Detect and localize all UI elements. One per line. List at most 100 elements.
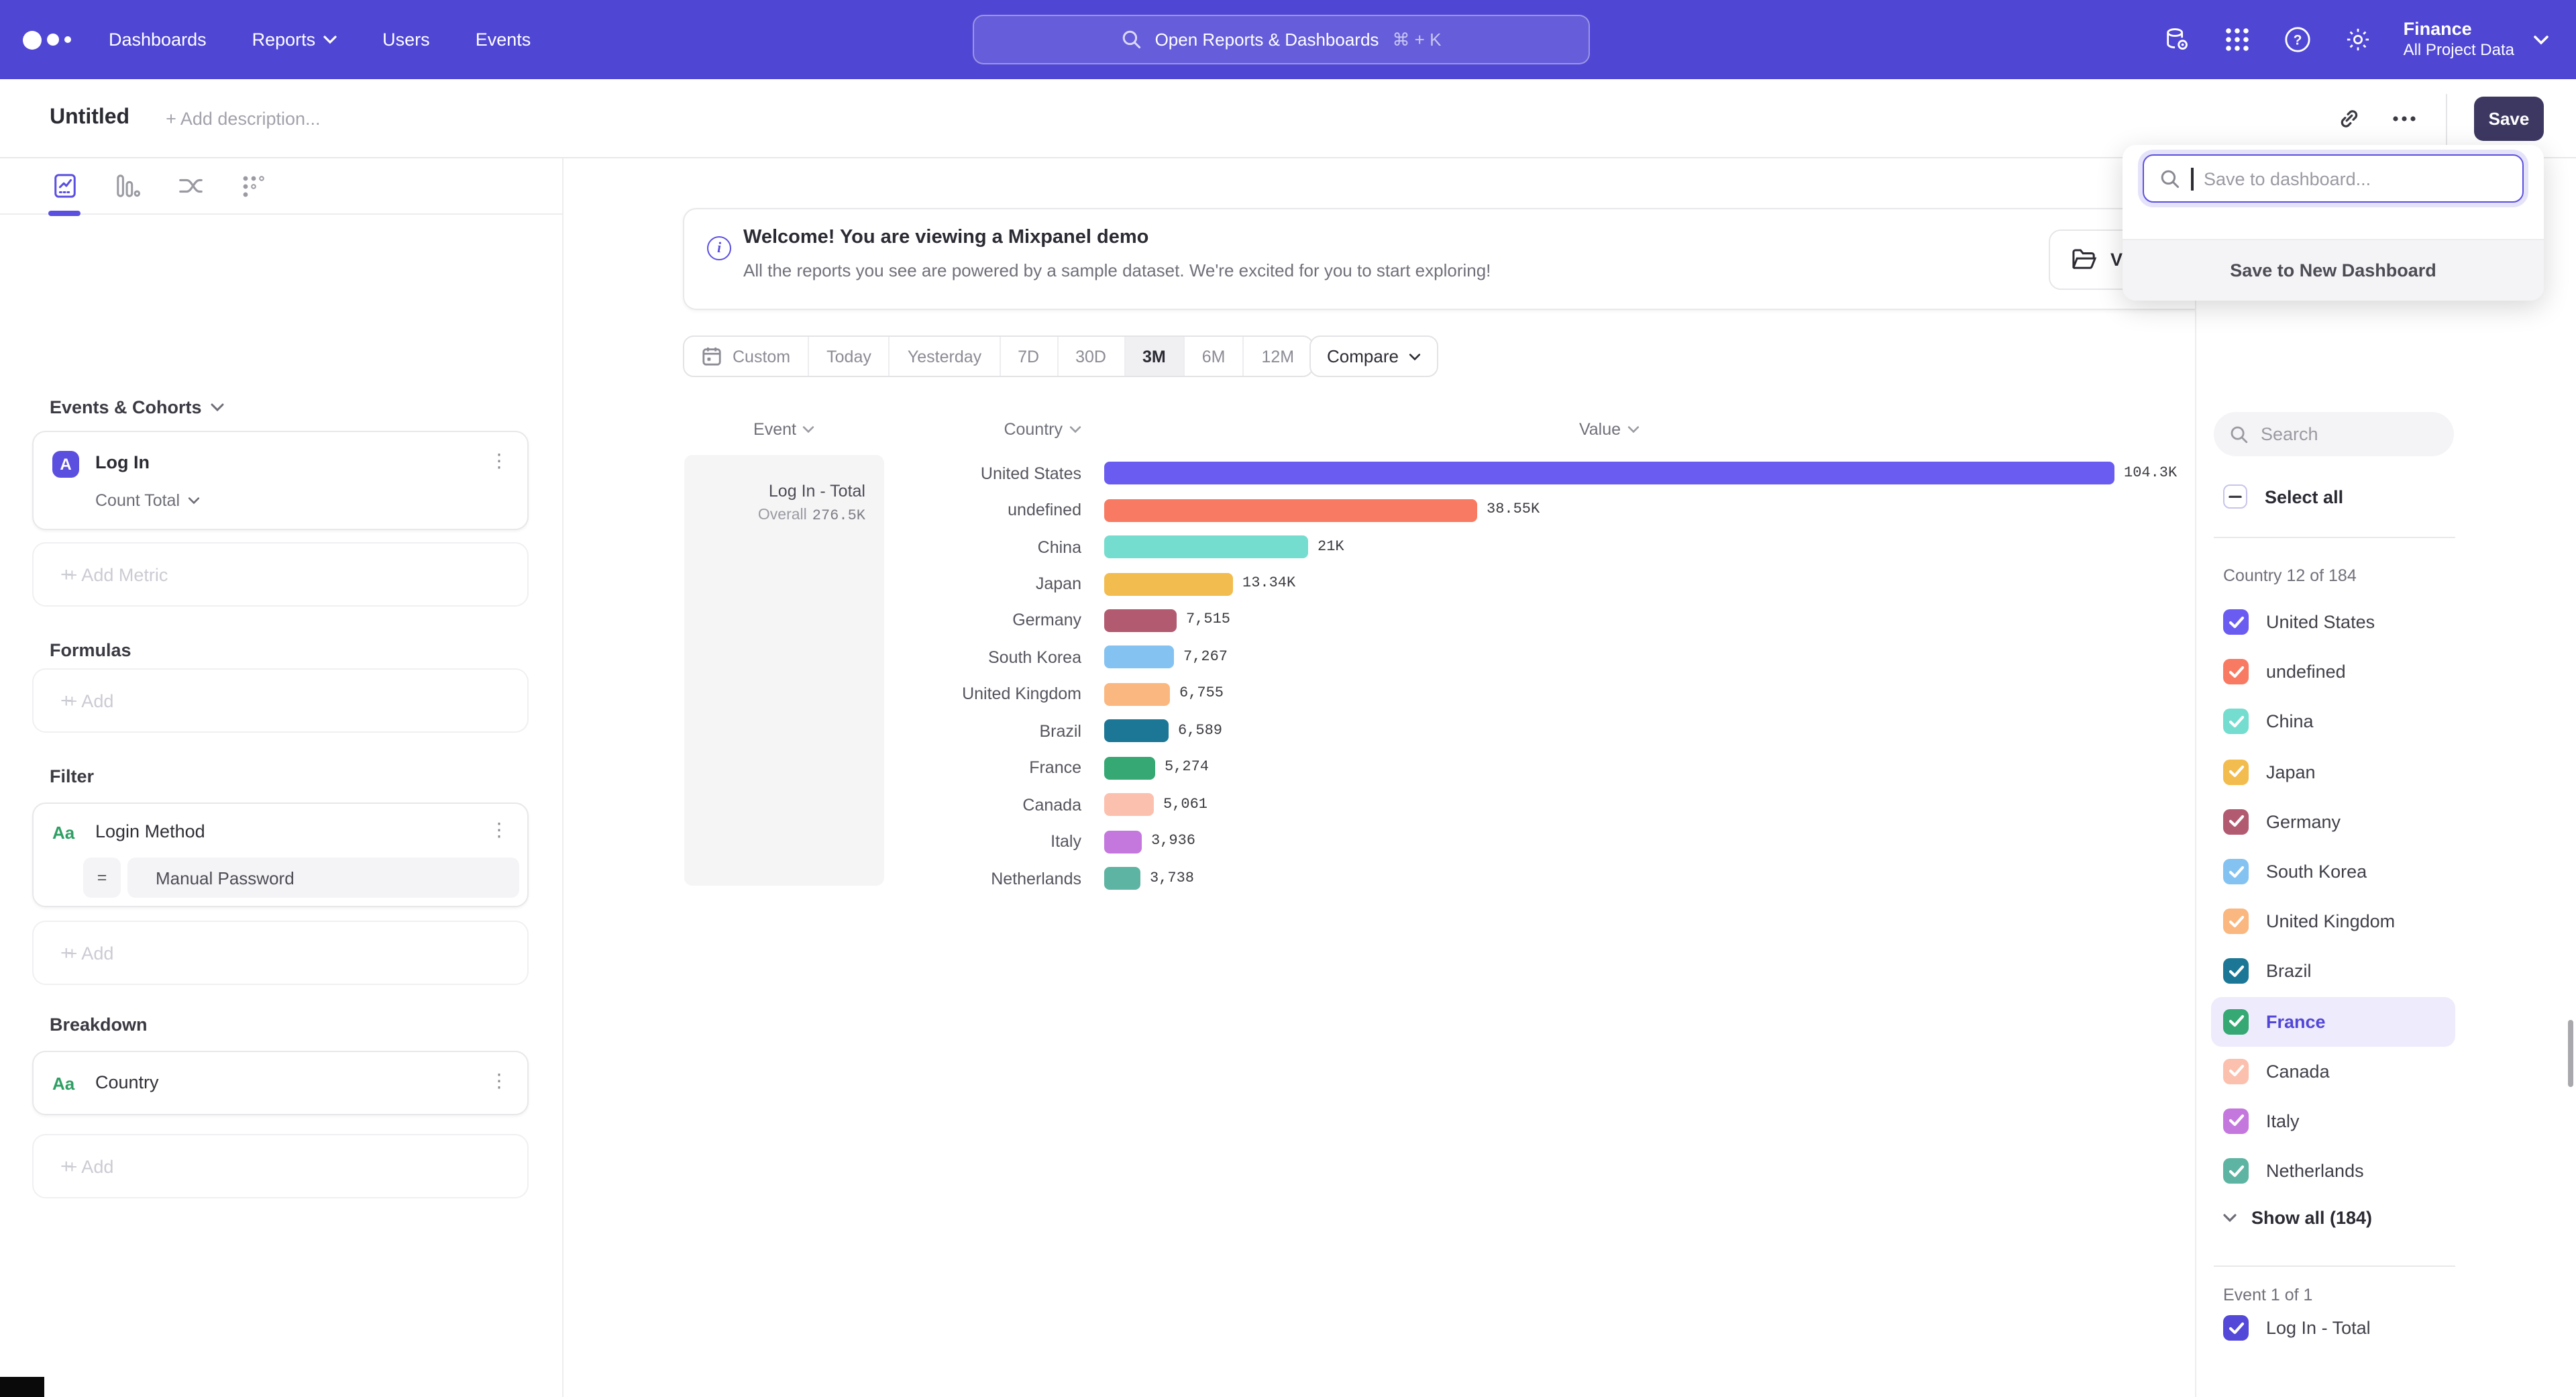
add-description-button[interactable]: + Add description... — [166, 108, 320, 128]
date-range-12m[interactable]: 12M — [1244, 337, 1312, 376]
event-summary-panel[interactable]: Log In - Total Overall276.5K — [684, 455, 884, 886]
nav-item-dashboards[interactable]: Dashboards — [109, 30, 207, 50]
copy-link-icon[interactable] — [2333, 104, 2363, 134]
country-filter-item[interactable]: undefined — [2211, 647, 2455, 696]
segment-filter-panel: Search Select all Country 12 of 184 Unit… — [2195, 158, 2576, 1397]
section-events-cohorts[interactable]: Events & Cohorts — [50, 397, 225, 417]
filter-card[interactable]: Aa Login Method ⋮ = Manual Password — [32, 803, 529, 907]
add-formula-button[interactable]: ++ Add — [32, 668, 529, 733]
country-checkbox[interactable] — [2223, 759, 2249, 784]
breakdown-card[interactable]: Aa Country ⋮ — [32, 1051, 529, 1115]
tab-retention-icon[interactable] — [239, 171, 268, 201]
filter-operator[interactable]: = — [83, 858, 121, 898]
date-range-6m[interactable]: 6M — [1185, 337, 1244, 376]
kebab-menu-icon[interactable]: ⋮ — [490, 1074, 508, 1087]
bar-category-label: South Korea — [884, 648, 1081, 667]
event-name[interactable]: Log In — [95, 452, 150, 472]
date-range-yesterday[interactable]: Yesterday — [890, 337, 1000, 376]
bar[interactable] — [1104, 499, 1477, 521]
country-filter-item[interactable]: Canada — [2211, 1046, 2455, 1096]
country-checkbox[interactable] — [2223, 1008, 2249, 1034]
country-checkbox[interactable] — [2223, 1059, 2249, 1084]
date-range-custom[interactable]: Custom — [684, 337, 809, 376]
filter-value[interactable]: Manual Password — [127, 858, 519, 898]
country-filter-item[interactable]: France — [2211, 996, 2455, 1046]
tab-insights-icon[interactable] — [50, 171, 79, 201]
country-filter-item[interactable]: Italy — [2211, 1096, 2455, 1146]
country-filter-item[interactable]: Japan — [2211, 747, 2455, 796]
bar[interactable] — [1104, 720, 1169, 743]
country-filter-item[interactable]: Brazil — [2211, 947, 2455, 996]
date-range-30d[interactable]: 30D — [1058, 337, 1125, 376]
column-header-event[interactable]: Event — [684, 420, 884, 439]
add-metric-button[interactable]: ++ Add Metric — [32, 542, 529, 607]
mixpanel-logo-icon[interactable] — [23, 30, 71, 49]
country-checkbox[interactable] — [2223, 959, 2249, 984]
scrollbar-thumb[interactable] — [2568, 1020, 2573, 1087]
bar[interactable] — [1104, 646, 1174, 669]
bar[interactable] — [1104, 572, 1233, 595]
data-management-icon[interactable] — [2162, 25, 2192, 54]
country-checkbox[interactable] — [2223, 609, 2249, 635]
nav-item-events[interactable]: Events — [476, 30, 531, 50]
bar[interactable] — [1104, 535, 1308, 558]
segment-search-input[interactable]: Search — [2214, 412, 2454, 456]
country-checkbox[interactable] — [2223, 660, 2249, 685]
filter-property-name[interactable]: Login Method — [95, 821, 205, 841]
compare-button[interactable]: Compare — [1309, 335, 1439, 377]
bar[interactable] — [1104, 830, 1142, 853]
bar[interactable] — [1104, 867, 1140, 890]
country-filter-item[interactable]: Germany — [2211, 797, 2455, 847]
kebab-menu-icon[interactable]: ⋮ — [490, 823, 508, 836]
event-metric-selector[interactable]: Count Total — [95, 491, 200, 510]
calendar-icon — [702, 346, 722, 366]
bar[interactable] — [1104, 609, 1177, 632]
column-header-country[interactable]: Country — [884, 420, 1081, 439]
country-filter-item[interactable]: United States — [2211, 597, 2455, 647]
event-checkbox[interactable] — [2223, 1315, 2249, 1341]
column-header-value[interactable]: Value — [1104, 420, 2114, 439]
event-card[interactable]: A Log In ⋮ Count Total — [32, 431, 529, 530]
country-filter-item[interactable]: Netherlands — [2211, 1146, 2455, 1196]
settings-gear-icon[interactable] — [2343, 25, 2373, 54]
country-checkbox[interactable] — [2223, 809, 2249, 835]
global-search-button[interactable]: Open Reports & Dashboards ⌘ + K — [973, 15, 1590, 64]
bar[interactable] — [1104, 793, 1154, 816]
help-icon[interactable]: ? — [2283, 25, 2312, 54]
nav-item-reports[interactable]: Reports — [252, 30, 337, 50]
select-all-row[interactable]: Select all — [2223, 484, 2343, 509]
add-filter-button[interactable]: ++ Add — [32, 921, 529, 985]
date-range-7d[interactable]: 7D — [1000, 337, 1058, 376]
country-filter-item[interactable]: United Kingdom — [2211, 896, 2455, 946]
country-checkbox[interactable] — [2223, 859, 2249, 884]
country-checkbox[interactable] — [2223, 1158, 2249, 1184]
save-button[interactable]: Save — [2474, 97, 2544, 141]
date-range-3m[interactable]: 3M — [1125, 337, 1185, 376]
show-all-button[interactable]: Show all (184) — [2223, 1208, 2372, 1228]
kebab-menu-icon[interactable]: ⋮ — [490, 454, 508, 467]
more-options-icon[interactable] — [2390, 104, 2419, 134]
bar-value-label: 3,738 — [1150, 870, 1194, 886]
search-icon — [2230, 425, 2249, 444]
tab-flows-icon[interactable] — [176, 171, 205, 201]
bar[interactable] — [1104, 462, 2114, 484]
project-switcher[interactable]: Finance All Project Data — [2404, 18, 2549, 61]
event-filter-item[interactable]: Log In - Total — [2223, 1315, 2371, 1341]
date-range-today[interactable]: Today — [809, 337, 890, 376]
tab-funnels-icon[interactable] — [113, 171, 142, 201]
save-to-new-dashboard-button[interactable]: Save to New Dashboard — [2123, 239, 2544, 301]
country-filter-item[interactable]: China — [2211, 697, 2455, 747]
nav-item-users[interactable]: Users — [382, 30, 430, 50]
country-checkbox[interactable] — [2223, 709, 2249, 735]
save-to-dashboard-input[interactable]: Save to dashboard... — [2143, 154, 2524, 203]
breakdown-property-name[interactable]: Country — [95, 1072, 159, 1092]
apps-grid-icon[interactable] — [2222, 25, 2252, 54]
country-checkbox[interactable] — [2223, 909, 2249, 934]
bar[interactable] — [1104, 683, 1170, 706]
add-breakdown-button[interactable]: ++ Add — [32, 1134, 529, 1198]
select-all-checkbox[interactable] — [2223, 484, 2247, 509]
country-checkbox[interactable] — [2223, 1108, 2249, 1134]
country-filter-item[interactable]: South Korea — [2211, 847, 2455, 896]
bar[interactable] — [1104, 756, 1155, 779]
report-title[interactable]: Untitled — [50, 106, 129, 130]
